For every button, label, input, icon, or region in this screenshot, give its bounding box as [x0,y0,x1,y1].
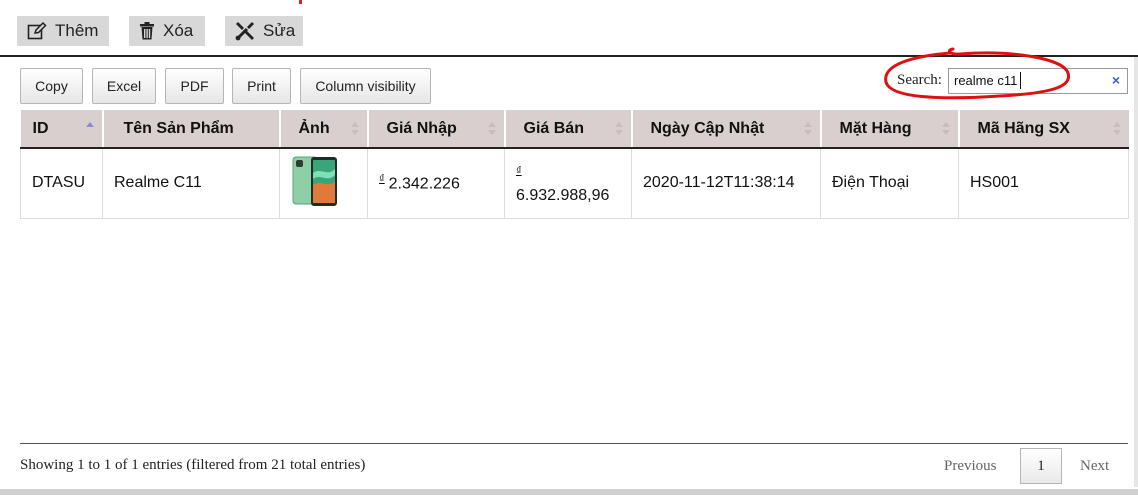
copy-button[interactable]: Copy [20,68,83,104]
cell-image [279,148,368,219]
column-header-label: Mặt Hàng [839,119,912,137]
column-header-import-price[interactable]: Giá Nhập [367,110,506,149]
divider-top [0,55,1138,57]
column-header-id[interactable]: ID [20,110,104,149]
add-label: Thêm [55,21,99,40]
cell-manufacturer: HS001 [958,148,1129,219]
window-bottom-edge [0,489,1138,495]
edit-button[interactable]: Sửa [225,16,303,46]
text-caret [1020,72,1021,89]
edit-label: Sửa [263,21,296,40]
column-header-label: Mã Hãng SX [977,119,1070,137]
phone-image [292,156,337,206]
delete-button[interactable]: Xóa [129,16,205,46]
search-label: Search: [897,72,942,88]
page-1-button[interactable]: 1 [1020,448,1062,484]
currency-symbol: ₫ [379,173,385,186]
add-button[interactable]: Thêm [17,16,109,46]
tools-icon [235,22,254,41]
sort-icon [803,122,812,136]
annotation-dot [299,0,302,4]
column-header-label: Giá Bán [523,119,584,137]
previous-page-button[interactable]: Previous [944,458,997,475]
cell-id: DTASU [20,148,103,219]
sale-price-value: 6.932.988,96 [516,186,610,204]
currency-symbol: ₫ [516,164,522,177]
delete-label: Xóa [163,21,194,40]
column-header-image[interactable]: Ảnh [279,110,369,149]
cell-sale-price: ₫ 6.932.988,96 [504,148,632,219]
sort-icon [941,122,950,136]
products-table: ID Tên Sản Phẩm Ảnh Giá Nhập Giá Bán Ngà… [20,110,1129,219]
next-page-button[interactable]: Next [1080,458,1109,475]
column-header-updated[interactable]: Ngày Cập Nhật [631,110,822,149]
print-button[interactable]: Print [232,68,291,104]
column-visibility-button[interactable]: Column visibility [300,68,431,104]
trash-icon [140,22,154,40]
pdf-button[interactable]: PDF [165,68,224,104]
column-header-category[interactable]: Mặt Hàng [820,110,960,149]
sort-icon [350,122,359,136]
excel-button[interactable]: Excel [92,68,156,104]
divider-bottom [20,443,1128,444]
column-header-label: Tên Sản Phẩm [123,119,234,137]
search-value: realme c11 [954,73,1018,88]
table-info: Showing 1 to 1 of 1 entries (filtered fr… [20,457,366,473]
column-header-manufacturer[interactable]: Mã Hãng SX [958,110,1129,149]
column-header-label: Giá Nhập [386,119,457,137]
sort-asc-icon [85,122,94,136]
cell-updated: 2020-11-12T11:38:14 [631,148,821,219]
import-price-value: 2.342.226 [388,175,460,193]
search-input[interactable]: realme c11 × [948,68,1128,94]
table-header-row: ID Tên Sản Phẩm Ảnh Giá Nhập Giá Bán Ngà… [20,110,1129,149]
column-header-label: Ảnh [298,119,330,137]
column-header-sale-price[interactable]: Giá Bán [504,110,633,149]
column-header-label: Ngày Cập Nhật [650,119,765,137]
table-row[interactable]: DTASU Realme C11 ₫ 2.342.226 ₫ 6.932.988,… [20,148,1129,219]
sort-icon [1112,122,1121,136]
cell-import-price: ₫ 2.342.226 [367,148,505,219]
column-header-name[interactable]: Tên Sản Phẩm [102,110,281,149]
column-header-label: ID [32,119,49,137]
cell-category: Điện Thoại [820,148,959,219]
scroll-edge [1134,57,1138,487]
sort-icon [487,122,496,136]
edit-square-icon [27,22,47,40]
clear-search-icon[interactable]: × [1112,72,1120,88]
sort-icon [614,122,623,136]
cell-name: Realme C11 [102,148,280,219]
